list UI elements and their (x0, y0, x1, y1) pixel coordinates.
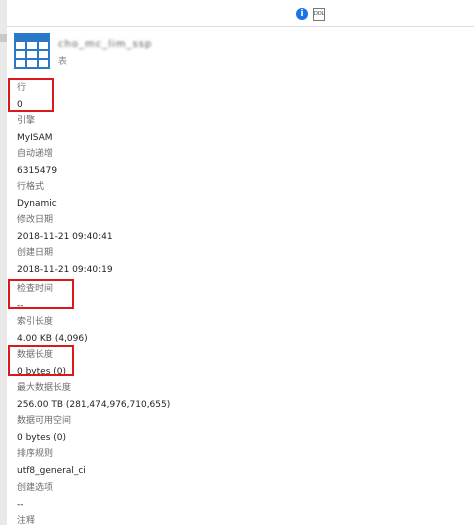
property-value: 256.00 TB (281,474,976,710,655) (17, 400, 171, 410)
property-auto-increment: 自动递增 6315479 (17, 148, 57, 177)
property-value: 6315479 (17, 166, 58, 176)
ddl-icon[interactable]: DDL (313, 8, 325, 21)
highlight-rows (8, 78, 54, 112)
property-value: 2018-11-21 09:40:19 (17, 265, 113, 275)
property-comment: 注释 (17, 515, 35, 527)
property-value: utf8_general_ci (17, 466, 86, 476)
property-collation: 排序规则 utf8_general_ci (17, 448, 86, 477)
property-created-date: 创建日期 2018-11-21 09:40:19 (17, 247, 113, 276)
info-panel-toolbar (7, 0, 474, 26)
property-label: 排序规则 (17, 449, 54, 459)
highlight-check-time (8, 279, 74, 309)
table-name: cho_mc_lim_ssp (58, 39, 153, 50)
property-row-format: 行格式 Dynamic (17, 181, 57, 210)
property-value: 2018-11-21 09:40:41 (17, 232, 113, 242)
property-value: Dynamic (17, 199, 57, 209)
table-icon (14, 33, 50, 69)
object-type: 表 (58, 57, 68, 67)
property-label: 引擎 (17, 116, 36, 126)
property-label: 修改日期 (17, 215, 54, 225)
property-index-length: 索引长度 4.00 KB (4,096) (17, 316, 88, 345)
property-label: 行格式 (17, 182, 45, 192)
panel-edge-marker (0, 34, 7, 42)
property-value: 4.00 KB (4,096) (17, 334, 88, 344)
property-label: 创建选项 (17, 483, 54, 493)
property-label: 索引长度 (17, 317, 54, 327)
property-value: -- (17, 500, 24, 510)
property-data-free: 数据可用空间 0 bytes (0) (17, 415, 71, 444)
property-label: 数据可用空间 (17, 416, 72, 426)
property-label: 注释 (17, 516, 36, 526)
property-engine: 引擎 MyISAM (17, 115, 53, 144)
property-create-options: 创建选项 -- (17, 482, 53, 511)
property-max-data-length: 最大数据长度 256.00 TB (281,474,976,710,655) (17, 382, 170, 411)
property-label: 自动递增 (17, 149, 54, 159)
highlight-data-length (8, 345, 74, 376)
property-value: 0 bytes (0) (17, 433, 66, 443)
property-label: 创建日期 (17, 248, 54, 258)
left-panel-edge (0, 0, 7, 525)
property-modified-date: 修改日期 2018-11-21 09:40:41 (17, 214, 113, 243)
property-label: 最大数据长度 (17, 383, 72, 393)
info-icon[interactable]: i (296, 8, 308, 20)
property-value: MyISAM (17, 133, 53, 143)
toolbar-divider (7, 26, 474, 27)
